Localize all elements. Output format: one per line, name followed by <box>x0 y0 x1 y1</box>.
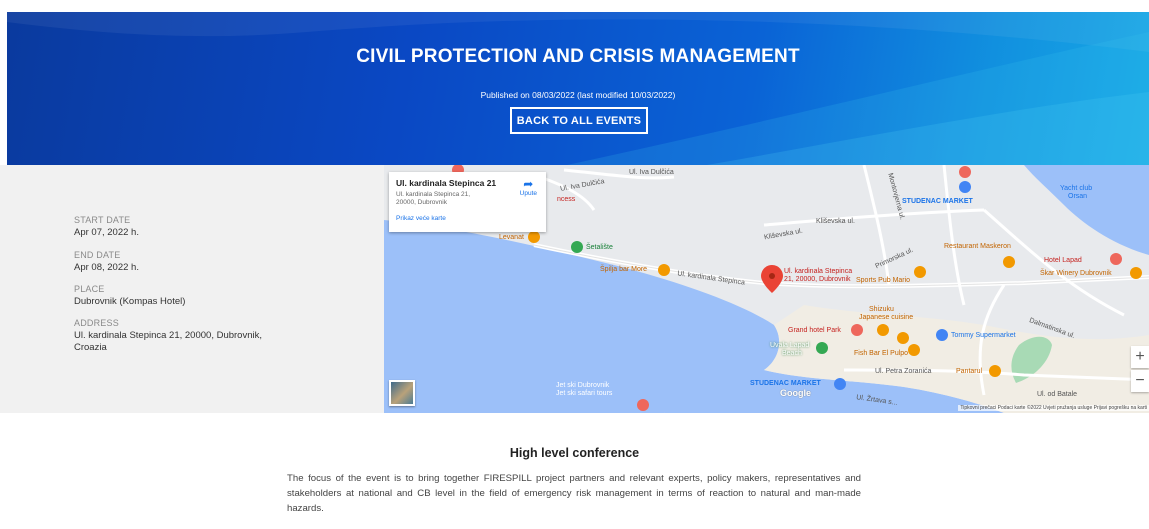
start-date-value: Apr 07, 2022 h. <box>74 227 139 238</box>
address-label: ADDRESS <box>74 318 119 328</box>
zoom-in-button[interactable]: + <box>1131 346 1149 368</box>
poi-grand-hotel-park[interactable]: Grand hotel Park <box>788 327 841 334</box>
directions-button[interactable]: ➦ Upute <box>520 178 537 197</box>
poi-spilja-bar[interactable]: Špilja bar More <box>600 266 647 273</box>
map-label-kliseva-2: Kliševska ul. <box>816 218 855 225</box>
poi-levanat[interactable]: Levanat <box>499 234 524 241</box>
map-marker-label: Ul. kardinala Stepinca 21, 20000, Dubrov… <box>784 268 852 284</box>
poi-princess[interactable]: ncess <box>557 196 575 203</box>
map-card-address: Ul. kardinala Stepinca 21, 20000, Dubrov… <box>396 191 471 206</box>
section-heading: High level conference <box>509 446 640 460</box>
poi-studenac-market-1[interactable]: STUDENAC MARKET <box>902 198 973 205</box>
poi-jet-ski-safari[interactable]: Jet ski safari tours <box>556 390 612 397</box>
start-date-label: START DATE <box>74 215 131 225</box>
poi-hotel-lapad[interactable]: Hotel Lapad <box>1044 257 1082 264</box>
poi-skar-winery[interactable]: Škar Winery Dubrovnik <box>1040 270 1112 277</box>
directions-label: Upute <box>519 190 537 197</box>
poi-restaurant-maskeron[interactable]: Restaurant Maskeron <box>944 243 1011 250</box>
zoom-out-button[interactable]: − <box>1131 370 1149 392</box>
poi-fish-bar[interactable]: Fish Bar El Pulpo <box>854 350 908 357</box>
poi-shizuku[interactable]: Shizuku <box>869 306 894 313</box>
back-to-events-button[interactable]: BACK TO ALL EVENTS <box>510 107 648 134</box>
map-attribution[interactable]: Tipkovni prečaci Podaci karte ©2022 Uvje… <box>958 405 1149 411</box>
map-card-title: Ul. kardinala Stepinca 21 <box>396 178 497 188</box>
location-map[interactable]: Ul. Iva Dulčića Ul. Iva Dulčića Kliševsk… <box>384 165 1149 413</box>
google-logo: Google <box>780 388 811 398</box>
map-marker-label-line2: 21, 20000, Dubrovnik <box>784 276 851 283</box>
address-value-line2: Croazia <box>74 342 107 353</box>
poi-orsan[interactable]: Orsan <box>1068 193 1087 200</box>
end-date-label: END DATE <box>74 250 121 260</box>
place-field: PLACE Dubrovnik (Kompas Hotel) <box>74 284 185 308</box>
poi-pantarul[interactable]: Pantarul <box>956 368 982 375</box>
hero-banner: CIVIL PROTECTION AND CRISIS MANAGEMENT P… <box>7 12 1149 165</box>
address-field: ADDRESS Ul. kardinala Stepinca 21, 20000… <box>74 318 262 354</box>
satellite-view-toggle[interactable] <box>389 380 415 406</box>
page-title: CIVIL PROTECTION AND CRISIS MANAGEMENT <box>356 46 800 67</box>
address-value-line1: Ul. kardinala Stepinca 21, 20000, Dubrov… <box>74 330 263 341</box>
poi-uvala-beach[interactable]: Beach <box>782 350 802 357</box>
map-label-petra-zoranica: Ul. Petra Zoranića <box>875 368 932 375</box>
map-info-card: Ul. kardinala Stepinca 21 Ul. kardinala … <box>389 172 546 232</box>
poi-yacht-club[interactable]: Yacht club <box>1060 185 1092 192</box>
map-label-od-batale: Ul. od Batale <box>1037 391 1078 398</box>
poi-studenac-market-2[interactable]: STUDENAC MARKET <box>750 380 821 387</box>
larger-map-link[interactable]: Prikaz veće karte <box>396 215 539 222</box>
start-date-field: START DATE Apr 07, 2022 h. <box>74 215 139 239</box>
place-value: Dubrovnik (Kompas Hotel) <box>74 296 186 307</box>
directions-icon: ➦ <box>523 177 534 191</box>
hero-background-swoosh <box>7 12 1149 165</box>
event-description: The focus of the event is to bring toget… <box>287 473 861 514</box>
event-details-panel <box>0 165 384 413</box>
end-date-value: Apr 08, 2022 h. <box>74 262 139 273</box>
poi-tommy-supermarket[interactable]: Tommy Supermarket <box>951 332 1016 339</box>
poi-setaliste[interactable]: Šetalište <box>586 244 613 251</box>
poi-sports-pub-mario[interactable]: Sports Pub Mario <box>856 277 910 284</box>
poi-shizuku-japanese[interactable]: Japanese cuisine <box>859 314 913 321</box>
poi-uvala-lapad[interactable]: Uvala Lapad <box>770 342 809 349</box>
end-date-field: END DATE Apr 08, 2022 h. <box>74 250 139 274</box>
map-marker-label-line1: Ul. kardinala Stepinca <box>784 268 853 275</box>
poi-jet-ski-dubrovnik[interactable]: Jet ski Dubrovnik <box>556 382 609 389</box>
map-label-iva-dulcica: Ul. Iva Dulčića <box>629 169 674 176</box>
place-label: PLACE <box>74 284 105 294</box>
published-date: Published on 08/03/2022 (last modified 1… <box>480 90 676 100</box>
